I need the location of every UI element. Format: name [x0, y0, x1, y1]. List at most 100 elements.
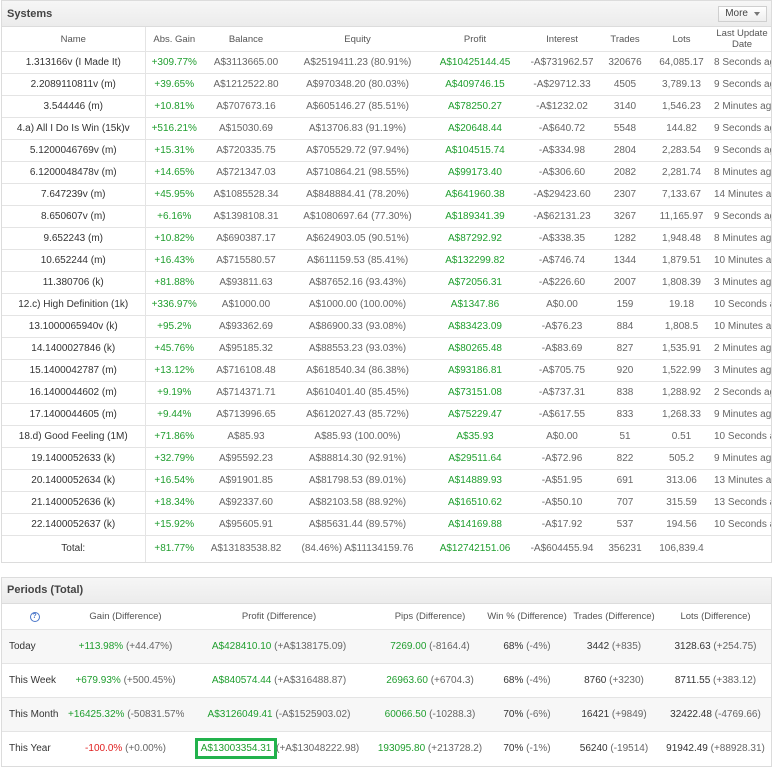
table-row[interactable]: 7.647239v (m) +45.95% A$1085528.34 A$848884… — [2, 183, 771, 206]
system-name[interactable]: 15.1400042787 (m) — [2, 359, 146, 382]
table-row[interactable]: 13.1000065940v (k) +95.2% A$93362.69 A$8690… — [2, 315, 771, 338]
lots-cell: 1,522.99 — [650, 359, 713, 382]
table-row[interactable]: 1.313166v (I Made It) +309.77% A$3113665.0… — [2, 51, 771, 74]
more-button[interactable]: More — [718, 5, 767, 22]
lots-cell: 2,281.74 — [650, 161, 713, 184]
column-header: Trades (Difference) — [573, 610, 655, 622]
balance-cell: A$95592.23 — [203, 447, 289, 470]
column-header[interactable]: Name — [2, 27, 146, 52]
system-name[interactable]: 9.652243 (m) — [2, 227, 146, 250]
system-name[interactable]: 7.647239v (m) — [2, 183, 146, 206]
win-cell: 70% (-6%) — [486, 697, 568, 732]
lots-cell: 19.18 — [650, 293, 713, 316]
system-name[interactable]: 13.1000065940v (k) — [2, 315, 146, 338]
win-value: 68% — [503, 641, 524, 652]
lots-cell: 64,085.17 — [650, 51, 713, 74]
last-update-cell: 3 Minutes ago — [713, 271, 771, 294]
lots-cell: 91942.49 (+88928.31) — [660, 731, 771, 766]
table-row[interactable]: 16.1400044602 (m) +9.19% A$714371.71 A$6104… — [2, 381, 771, 404]
profit-cell: A$20648.44 — [426, 117, 524, 140]
total-empty — [713, 535, 771, 562]
column-header[interactable]: Trades — [600, 27, 650, 52]
profit-cell: A$80265.48 — [426, 337, 524, 360]
table-row[interactable]: 3.544446 (m) +10.81% A$707673.16 A$605146.2… — [2, 95, 771, 118]
profit-diff: (+A$138175.09) — [274, 641, 347, 652]
balance-cell: A$15030.69 — [203, 117, 289, 140]
equity-cell: A$85.93 (100.00%) — [289, 425, 426, 448]
table-row[interactable]: 2.2089110811v (m) +39.65% A$1212522.80 A$97… — [2, 73, 771, 96]
abs-gain-cell: +516.21% — [145, 117, 203, 140]
system-name[interactable]: 5.1200046769v (m) — [2, 139, 146, 162]
column-header[interactable]: Abs. Gain — [145, 27, 203, 52]
lots-cell: 32422.48 (-4769.66) — [660, 697, 771, 732]
table-row[interactable]: 5.1200046769v (m) +15.31% A$720335.75 A$705… — [2, 139, 771, 162]
interest-cell: -A$338.35 — [524, 227, 600, 250]
system-name[interactable]: 4.a) All I Do Is Win (15k)v — [2, 117, 146, 140]
table-row[interactable]: 10.652244 (m) +16.43% A$715580.57 A$611159.… — [2, 249, 771, 272]
abs-gain-cell: +16.54% — [145, 469, 203, 492]
total-lots: 106,839.4 — [650, 535, 713, 562]
system-name[interactable]: 1.313166v (I Made It) — [2, 51, 146, 74]
system-name[interactable]: 3.544446 (m) — [2, 95, 146, 118]
table-row[interactable]: 12.c) High Definition (1k) +336.97% A$1000… — [2, 293, 771, 316]
column-header[interactable]: Equity — [289, 27, 426, 52]
system-name[interactable]: 19.1400052633 (k) — [2, 447, 146, 470]
table-row[interactable]: 22.1400052637 (k) +15.92% A$95605.91 A$8563… — [2, 513, 771, 536]
profit-cell: A$1347.86 — [426, 293, 524, 316]
interest-cell: A$0.00 — [524, 293, 600, 316]
lots-cell: 194.56 — [650, 513, 713, 536]
trades-diff: (+9849) — [611, 709, 647, 720]
table-row[interactable]: 4.a) All I Do Is Win (15k)v +516.21% A$150… — [2, 117, 771, 140]
table-row[interactable]: 14.1400027846 (k) +45.76% A$95185.32 A$8855… — [2, 337, 771, 360]
column-header[interactable]: Last Update Date — [713, 27, 771, 52]
interest-cell: -A$737.31 — [524, 381, 600, 404]
table-row[interactable]: 15.1400042787 (m) +13.12% A$716108.48 A$618… — [2, 359, 771, 382]
table-row[interactable]: 17.1400044605 (m) +9.44% A$713996.65 A$6120… — [2, 403, 771, 426]
system-name[interactable]: 14.1400027846 (k) — [2, 337, 146, 360]
column-header[interactable]: Profit — [426, 27, 524, 52]
trades-value: 16421 — [581, 709, 610, 720]
win-diff: (-6%) — [526, 709, 551, 720]
interest-cell: -A$62131.23 — [524, 205, 600, 228]
system-name[interactable]: 18.d) Good Feeling (1M) — [2, 425, 146, 448]
gain-diff: (+500.45%) — [123, 675, 176, 686]
system-name[interactable]: 2.2089110811v (m) — [2, 73, 146, 96]
column-header[interactable]: Balance — [203, 27, 289, 52]
pips-cell: 60066.50 (-10288.3) — [374, 697, 486, 732]
total-profit: A$12742151.06 — [426, 535, 524, 562]
interest-cell: -A$334.98 — [524, 139, 600, 162]
system-name[interactable]: 6.1200048478v (m) — [2, 161, 146, 184]
system-name[interactable]: 8.650607v (m) — [2, 205, 146, 228]
system-name[interactable]: 16.1400044602 (m) — [2, 381, 146, 404]
table-row[interactable]: 18.d) Good Feeling (1M) +71.86% A$85.93 A$8… — [2, 425, 771, 448]
table-row[interactable]: 11.380706 (k) +81.88% A$93811.63 A$87652.16… — [2, 271, 771, 294]
system-name[interactable]: 12.c) High Definition (1k) — [2, 293, 146, 316]
pips-diff: (+6704.3) — [430, 675, 474, 686]
table-row[interactable]: 8.650607v (m) +6.16% A$1398108.31 A$1080697… — [2, 205, 771, 228]
trades-cell: 1282 — [600, 227, 650, 250]
table-row[interactable]: 9.652243 (m) +10.82% A$690387.17 A$624903.0… — [2, 227, 771, 250]
total-balance: A$13183538.82 — [203, 535, 289, 562]
table-row[interactable]: 20.1400052634 (k) +16.54% A$91901.85 A$8179… — [2, 469, 771, 492]
column-header[interactable]: Lots — [650, 27, 713, 52]
system-name[interactable]: 22.1400052637 (k) — [2, 513, 146, 536]
profit-cell: A$428410.10 (+A$138175.09) — [184, 629, 374, 664]
profit-cell: A$189341.39 — [426, 205, 524, 228]
lots-value: 32422.48 — [670, 709, 712, 720]
trades-cell: 2804 — [600, 139, 650, 162]
interest-cell: -A$29423.60 — [524, 183, 600, 206]
help-icon[interactable]: ? — [29, 612, 40, 623]
system-name[interactable]: 17.1400044605 (m) — [2, 403, 146, 426]
table-row[interactable]: 6.1200048478v (m) +14.65% A$721347.03 A$710… — [2, 161, 771, 184]
system-name[interactable]: 20.1400052634 (k) — [2, 469, 146, 492]
system-name[interactable]: 10.652244 (m) — [2, 249, 146, 272]
system-name[interactable]: 11.380706 (k) — [2, 271, 146, 294]
gain-cell: -100.0% (+0.00%) — [67, 731, 184, 766]
table-row[interactable]: 19.1400052633 (k) +32.79% A$95592.23 A$8881… — [2, 447, 771, 470]
column-header[interactable]: Interest — [524, 27, 600, 52]
pips-value: 26963.60 — [386, 675, 428, 686]
total-interest: -A$604455.94 — [524, 535, 600, 562]
gain-diff: (+0.00%) — [125, 743, 166, 755]
system-name[interactable]: 21.1400052636 (k) — [2, 491, 146, 514]
table-row[interactable]: 21.1400052636 (k) +18.34% A$92337.60 A$8210… — [2, 491, 771, 514]
